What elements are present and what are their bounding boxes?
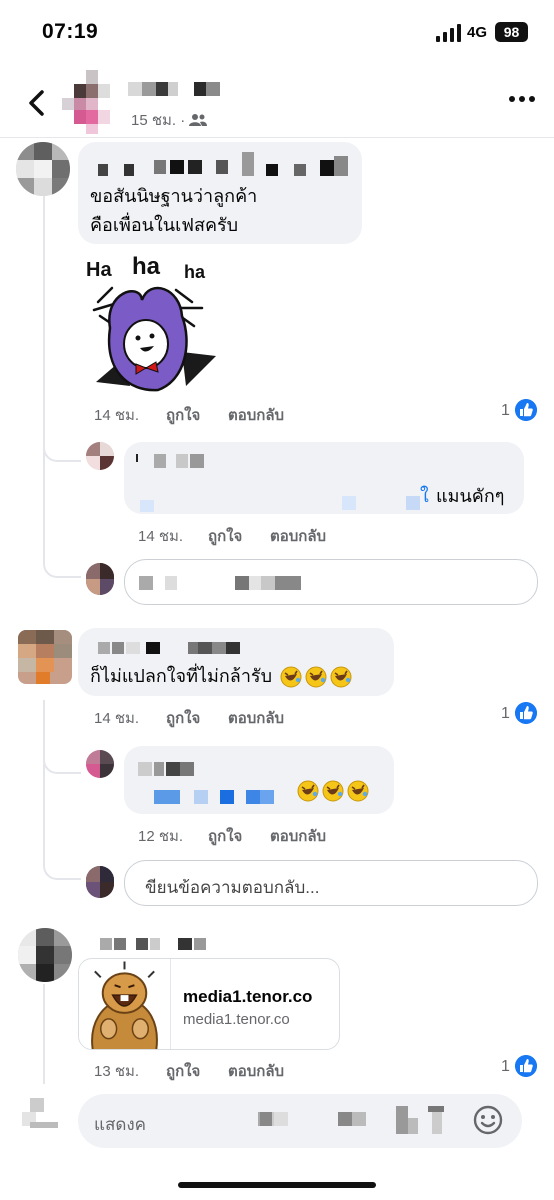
reply-time: 14 ชม. <box>138 528 184 545</box>
reply-actions: 12 ชม. ถูกใจ ตอบกลับ <box>138 824 438 846</box>
commenter-name-pixelated[interactable] <box>98 638 248 658</box>
reply-button[interactable]: ตอบกลับ <box>270 524 326 548</box>
emoji-picker-icon[interactable] <box>472 1104 504 1136</box>
clock: 07:19 <box>42 20 99 43</box>
comment-actions: 14 ชม. ถูกใจ ตอบกลับ <box>94 706 394 728</box>
battery-indicator: 98 <box>495 22 528 42</box>
reply-text-pixelated <box>154 790 294 804</box>
network-type: 4G <box>467 24 488 41</box>
laughing-groundhog-gif-thumbnail[interactable] <box>79 959 171 1050</box>
my-avatar <box>86 563 114 595</box>
reply-input-placeholder: ขียนข้อความตอบกลับ... <box>145 878 320 897</box>
replier-avatar[interactable] <box>86 442 114 470</box>
my-avatar-pixelated <box>22 1098 62 1134</box>
comment-actions: 13 ชม. ถูกใจ ตอบกลับ <box>94 1059 394 1081</box>
poster-name-pixelated[interactable] <box>128 78 228 96</box>
like-button[interactable]: ถูกใจ <box>166 1059 200 1083</box>
like-reaction-icon[interactable] <box>515 1055 537 1077</box>
post-time: 15 ชม. · <box>131 112 186 129</box>
reply-time: 12 ชม. <box>138 828 184 845</box>
reply-bubble[interactable] <box>124 746 394 814</box>
commenter-avatar[interactable] <box>18 630 72 684</box>
svg-text:ha: ha <box>184 262 206 282</box>
post-meta: 15 ชม. · <box>131 108 208 132</box>
comment-time: 14 ชม. <box>94 407 140 424</box>
reply-button[interactable]: ตอบกลับ <box>270 824 326 848</box>
rolling-laughing-emoji-icon <box>330 666 352 688</box>
comment-bubble[interactable]: ก็ไม่แปลกใจที่ไม่กล้ารับ <box>78 628 394 696</box>
thread-line <box>43 984 45 1084</box>
rolling-laughing-emoji-icon <box>322 780 344 802</box>
like-reaction-icon[interactable] <box>515 702 537 724</box>
rolling-laughing-emoji-icon <box>280 666 302 688</box>
reply-input[interactable]: ขียนข้อความตอบกลับ... <box>124 860 538 906</box>
like-button[interactable]: ถูกใจ <box>166 706 200 730</box>
comment-text-line: คือเพื่อนในเฟสครับ <box>90 215 239 235</box>
replier-name-pixelated[interactable] <box>138 762 208 778</box>
rolling-laughing-emoji-icon <box>347 780 369 802</box>
write-comment-input[interactable]: แสดงค <box>78 1094 522 1148</box>
reaction-count: 1 <box>501 402 510 419</box>
composer-placeholder: แสดงค <box>94 1115 147 1134</box>
reply-button[interactable]: ตอบกลับ <box>228 1059 284 1083</box>
comment-text: ก็ไม่แปลกใจที่ไม่กล้ารับ <box>90 666 273 686</box>
commenter-avatar[interactable] <box>16 142 70 196</box>
reply-text: แมนคักๆ <box>436 486 505 506</box>
thread-line <box>43 196 45 448</box>
reply-actions: 14 ชม. ถูกใจ ตอบกลับ <box>138 524 438 546</box>
link-preview-card[interactable]: media1.tenor.co media1.tenor.co <box>78 958 340 1050</box>
replier-avatar[interactable] <box>86 750 114 778</box>
post-header: 15 ชม. · <box>0 66 554 138</box>
thread-connector <box>43 448 81 578</box>
comment-time: 14 ชม. <box>94 710 140 727</box>
commenter-name-pixelated[interactable] <box>100 938 210 952</box>
reaction-count: 1 <box>501 705 510 722</box>
friends-audience-icon <box>189 114 208 126</box>
status-bar: 07:19 4G 98 <box>0 0 554 66</box>
commenter-avatar[interactable] <box>18 928 72 982</box>
like-button[interactable]: ถูกใจ <box>208 824 242 848</box>
reply-button[interactable]: ตอบกลับ <box>228 706 284 730</box>
svg-text:ha: ha <box>132 253 161 280</box>
link-domain: media1.tenor.co <box>183 1011 290 1028</box>
thread-connector <box>43 760 81 880</box>
replier-name-pixelated[interactable] <box>136 452 206 472</box>
link-title[interactable]: media1.tenor.co <box>183 987 312 1007</box>
like-reaction-icon[interactable] <box>515 399 537 421</box>
reply-input[interactable] <box>124 559 538 605</box>
back-arrow-icon[interactable] <box>24 88 50 118</box>
my-avatar <box>86 866 114 898</box>
svg-text:Ha: Ha <box>86 259 112 281</box>
comment-actions: 14 ชม. ถูกใจ ตอบกลับ <box>94 403 534 425</box>
reaction-count: 1 <box>501 1058 510 1075</box>
like-button[interactable]: ถูกใจ <box>166 403 200 427</box>
poster-avatar-pixelated[interactable] <box>62 70 122 134</box>
comment-time: 13 ชม. <box>94 1063 140 1080</box>
reply-button[interactable]: ตอบกลับ <box>228 403 284 427</box>
cellular-signal-icon <box>436 24 461 42</box>
more-options-icon[interactable] <box>508 94 536 104</box>
rolling-laughing-emoji-icon <box>297 780 319 802</box>
ha-ha-ha-sticker[interactable]: Ha ha ha <box>84 252 220 392</box>
reply-bubble[interactable]: ใ แมนคักๆ <box>124 442 524 514</box>
home-indicator <box>178 1182 376 1188</box>
rolling-laughing-emoji-icon <box>305 666 327 688</box>
comment-bubble[interactable]: ขอสันนิษฐานว่าลูกค้า คือเพื่อนในเฟสครับ <box>78 142 362 244</box>
comment-text-line: ขอสันนิษฐานว่าลูกค้า <box>90 186 258 206</box>
like-button[interactable]: ถูกใจ <box>208 524 242 548</box>
commenter-name-pixelated[interactable] <box>98 152 348 178</box>
